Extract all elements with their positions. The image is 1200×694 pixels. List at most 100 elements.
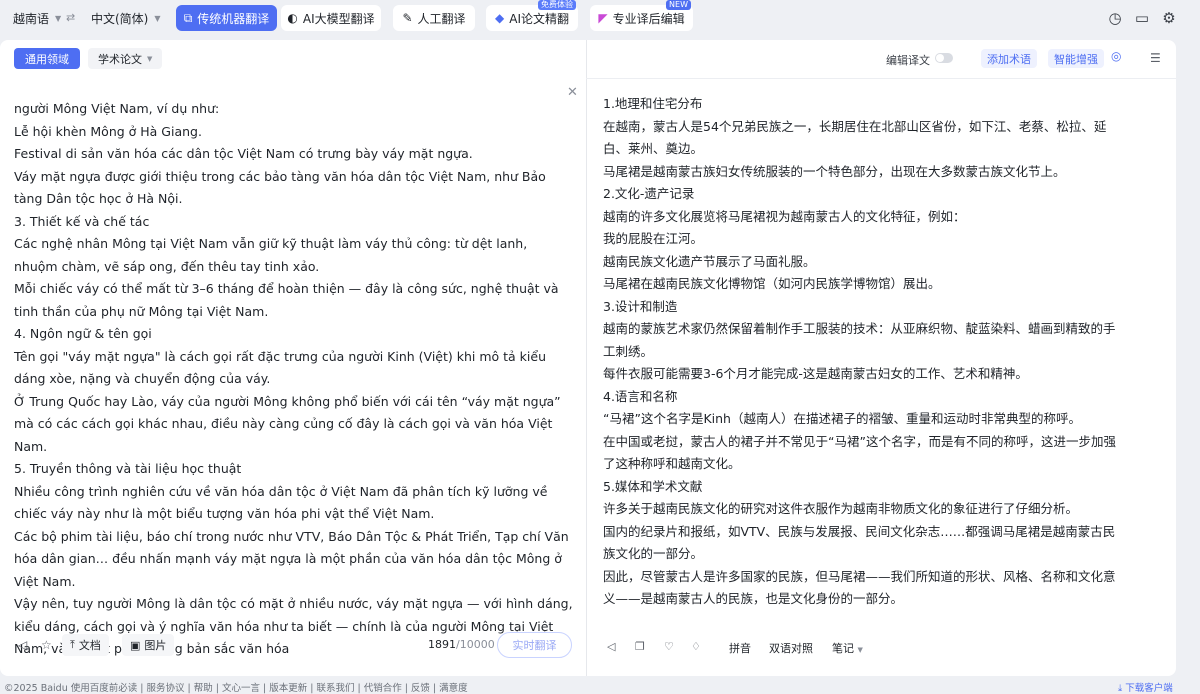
pinyin-button[interactable]: 拼音 (729, 640, 751, 656)
chevron-down-icon: ▼ (147, 54, 153, 63)
target-line: 1.地理和住宅分布 (603, 96, 703, 111)
notes-label: 笔记 (832, 642, 854, 655)
source-line: Mỗi chiếc váy có thể mất từ 3–6 tháng để… (14, 281, 559, 319)
star-icon[interactable]: ☆ (41, 638, 52, 652)
target-line: 4.语言和名称 (603, 388, 678, 404)
source-line: 5. Truyền thông và tài liệu học thuật (14, 461, 242, 476)
target-toolbar-divider (586, 78, 1176, 79)
footer-links[interactable]: ©2025 Baidu 使用百度前必读 | 服务协议 | 帮助 | 文心一言 |… (4, 680, 468, 694)
speaker-icon[interactable]: ◁ (18, 638, 27, 652)
image-label: 图片 (144, 639, 167, 652)
target-line: 每件衣服可能需要3-6个月才能完成-这是越南蒙古妇女的工作、艺术和精神。 (603, 366, 1028, 381)
source-line: Lễ hội khèn Mông ở Hà Giang. (14, 123, 202, 139)
history-icon[interactable]: ◷ (1106, 9, 1124, 27)
target-line: 越南的蒙族艺术家仍然保留着制作手工服装的技术：从亚麻织物、靛蓝染料、蜡画到精致的… (603, 321, 1116, 359)
realtime-translate-button[interactable]: 实时翻译 (497, 632, 572, 658)
mode-label: AI大模型翻译 (302, 11, 375, 26)
source-line: người Mông Việt Nam, ví dụ như: (14, 101, 220, 116)
target-line: 因此，尽管蒙古人是许多国家的民族，但马尾裙——我们所知道的形状、风格、名称和文化… (603, 568, 1116, 607)
target-line: 越南民族文化遗产节展示了马面礼服。 (603, 253, 816, 269)
source-footer: ◁ ☆ ⤒ 文档 ▣ 图片 1891/10000 实时翻译 (14, 632, 574, 660)
paper-icon: ◆ (495, 11, 505, 25)
edit-translation-label: 编辑译文 (886, 54, 930, 67)
chevron-down-icon: ▼ (154, 14, 161, 23)
chevron-down-icon: ▼ (857, 646, 863, 654)
ai-model-icon: ◐ (287, 11, 298, 25)
character-counter: 1891/10000 (428, 638, 495, 651)
target-line: 3.设计和制造 (603, 298, 678, 314)
source-text-area[interactable]: người Mông Việt Nam, ví dụ như: Lễ hội k… (14, 98, 574, 661)
mode-button-ai-model[interactable]: ◐ AI大模型翻译 (281, 5, 381, 31)
mode-button-post-edit[interactable]: ◤ 专业译后编辑 NEW (590, 0, 693, 31)
target-line: 马尾裙是越南蒙古族妇女传统服装的一个特色部分，出现在大多数蒙古族文化节上。 (603, 163, 1066, 179)
add-term-button[interactable]: 添加术语 (981, 49, 1037, 68)
source-line: Các bộ phim tài liệu, báo chí trong nước… (14, 528, 569, 589)
copy-icon[interactable]: ❐ (635, 640, 645, 653)
target-line: 5.媒体和学术文献 (603, 478, 703, 494)
target-line: 我的屁股在江河。 (603, 231, 704, 246)
upload-image-button[interactable]: ▣ 图片 (122, 634, 175, 656)
smart-enhance-button[interactable]: 智能增强 (1048, 49, 1104, 68)
source-line: Tên gọi "váy mặt ngựa" là cách gọi rất đ… (14, 348, 547, 387)
source-language-select[interactable]: 越南语 ▼ (13, 10, 61, 27)
mode-label: 专业译后编辑 (612, 11, 685, 26)
academic-paper-label: 学术论文 (98, 52, 142, 66)
target-line: 在中国或老挝，蒙古人的裙子并不常见于“马裙”这个名字，而是有不同的称呼，这进一步… (603, 433, 1116, 472)
source-line: Váy mặt ngựa được giới thiệu trong các b… (14, 168, 546, 207)
top-bar: 越南语 ▼ ⇄ 中文(简体) ▼ ⧉ 传统机器翻译 ◐ AI大模型翻译 ✎ 人工… (0, 0, 1200, 38)
chevron-down-icon: ▼ (55, 14, 62, 23)
settings-icon[interactable]: ⚙ (1160, 9, 1178, 27)
translate-icon: ⧉ (183, 10, 193, 25)
source-language-label: 越南语 (13, 12, 50, 26)
mode-label: 人工翻译 (417, 11, 466, 26)
document-label: 文档 (78, 639, 101, 652)
character-count: 1891 (428, 638, 456, 651)
source-line: Nhiều công trình nghiên cứu về văn hóa d… (14, 483, 548, 522)
free-trial-badge: 免费体验 (538, 0, 576, 10)
target-language-label: 中文(简体) (91, 12, 149, 26)
menu-icon[interactable]: ☰ (1150, 51, 1161, 65)
target-line: 在越南，蒙古人是54个兄弟民族之一，长期居住在北部山区省份，如下江、老蔡、松拉、… (603, 118, 1107, 157)
notes-button[interactable]: 笔记 ▼ (832, 640, 863, 656)
mode-button-ai-paper[interactable]: ◆ AI论文精翻 免费体验 (486, 0, 578, 31)
target-language-select[interactable]: 中文(简体) ▼ (91, 10, 161, 27)
download-client-link[interactable]: ⤓ 下载客户端 (1118, 680, 1173, 694)
source-line: Festival di sản văn hóa các dân tộc Việt… (14, 146, 473, 161)
edit-translation-toggle[interactable] (935, 53, 953, 63)
source-line: Ở Trung Quốc hay Lào, váy của người Mông… (14, 393, 561, 454)
speaker-icon[interactable]: ◁ (607, 640, 615, 653)
target-footer: ◁ ❐ ♡ ♢ 拼音 双语对照 笔记 ▼ (603, 638, 1163, 658)
mode-button-human[interactable]: ✎ 人工翻译 (393, 5, 475, 31)
image-icon: ▣ (130, 638, 141, 652)
source-line: Các nghệ nhân Mông tại Việt Nam vẫn giữ … (14, 236, 528, 274)
target-line: 国内的纪录片和报纸，如VTV、民族与发展报、民间文化杂志……都强调马尾裙是越南蒙… (603, 523, 1116, 562)
enhance-target-icon[interactable]: ◎ (1111, 49, 1121, 63)
upload-icon: ⤒ (70, 638, 75, 651)
source-line: 3. Thiết kế và chế tác (14, 213, 150, 229)
mode-label: AI论文精翻 (509, 11, 569, 26)
general-domain-button[interactable]: 通用领域 (14, 48, 80, 69)
bottom-bar: ©2025 Baidu 使用百度前必读 | 服务协议 | 帮助 | 文心一言 |… (0, 678, 1200, 694)
human-translate-icon: ✎ (402, 11, 413, 25)
new-badge: NEW (666, 0, 691, 10)
academic-paper-select[interactable]: 学术论文 ▼ (88, 48, 163, 69)
target-line: “马裙”这个名字是Kinh（越南人）在描述裙子的褶皱、重量和运动时非常典型的称呼… (603, 411, 1081, 426)
swap-arrows-icon[interactable]: ⇄ (66, 11, 75, 24)
translation-panel: 通用领域 学术论文 ▼ ✕ người Mông Việt Nam, ví dụ… (0, 40, 1176, 676)
mode-label: 传统机器翻译 (197, 11, 270, 26)
download-client-label: 下载客户端 (1125, 683, 1173, 694)
upload-document-button[interactable]: ⤒ 文档 (62, 634, 109, 656)
target-line: 许多关于越南民族文化的研究对这件衣服作为越南非物质文化的象征进行了仔细分析。 (603, 501, 1079, 516)
target-line: 2.文化-遗产记录 (603, 186, 695, 201)
mode-button-machine[interactable]: ⧉ 传统机器翻译 (176, 5, 277, 31)
panel-divider (586, 40, 587, 676)
target-line: 越南的许多文化展览将马尾裙视为越南蒙古人的文化特征，例如： (603, 208, 966, 224)
edit-icon: ◤ (598, 11, 608, 25)
folder-icon[interactable]: ▭ (1133, 9, 1151, 27)
bilingual-button[interactable]: 双语对照 (769, 640, 813, 656)
source-line: 4. Ngôn ngữ & tên gọi (14, 326, 152, 341)
character-max: /10000 (456, 638, 495, 651)
thumbs-up-icon[interactable]: ♡ (664, 640, 674, 653)
target-line: 马尾裙在越南民族文化博物馆（如河内民族学博物馆）展出。 (603, 276, 941, 291)
thumbs-down-icon[interactable]: ♢ (691, 640, 701, 653)
